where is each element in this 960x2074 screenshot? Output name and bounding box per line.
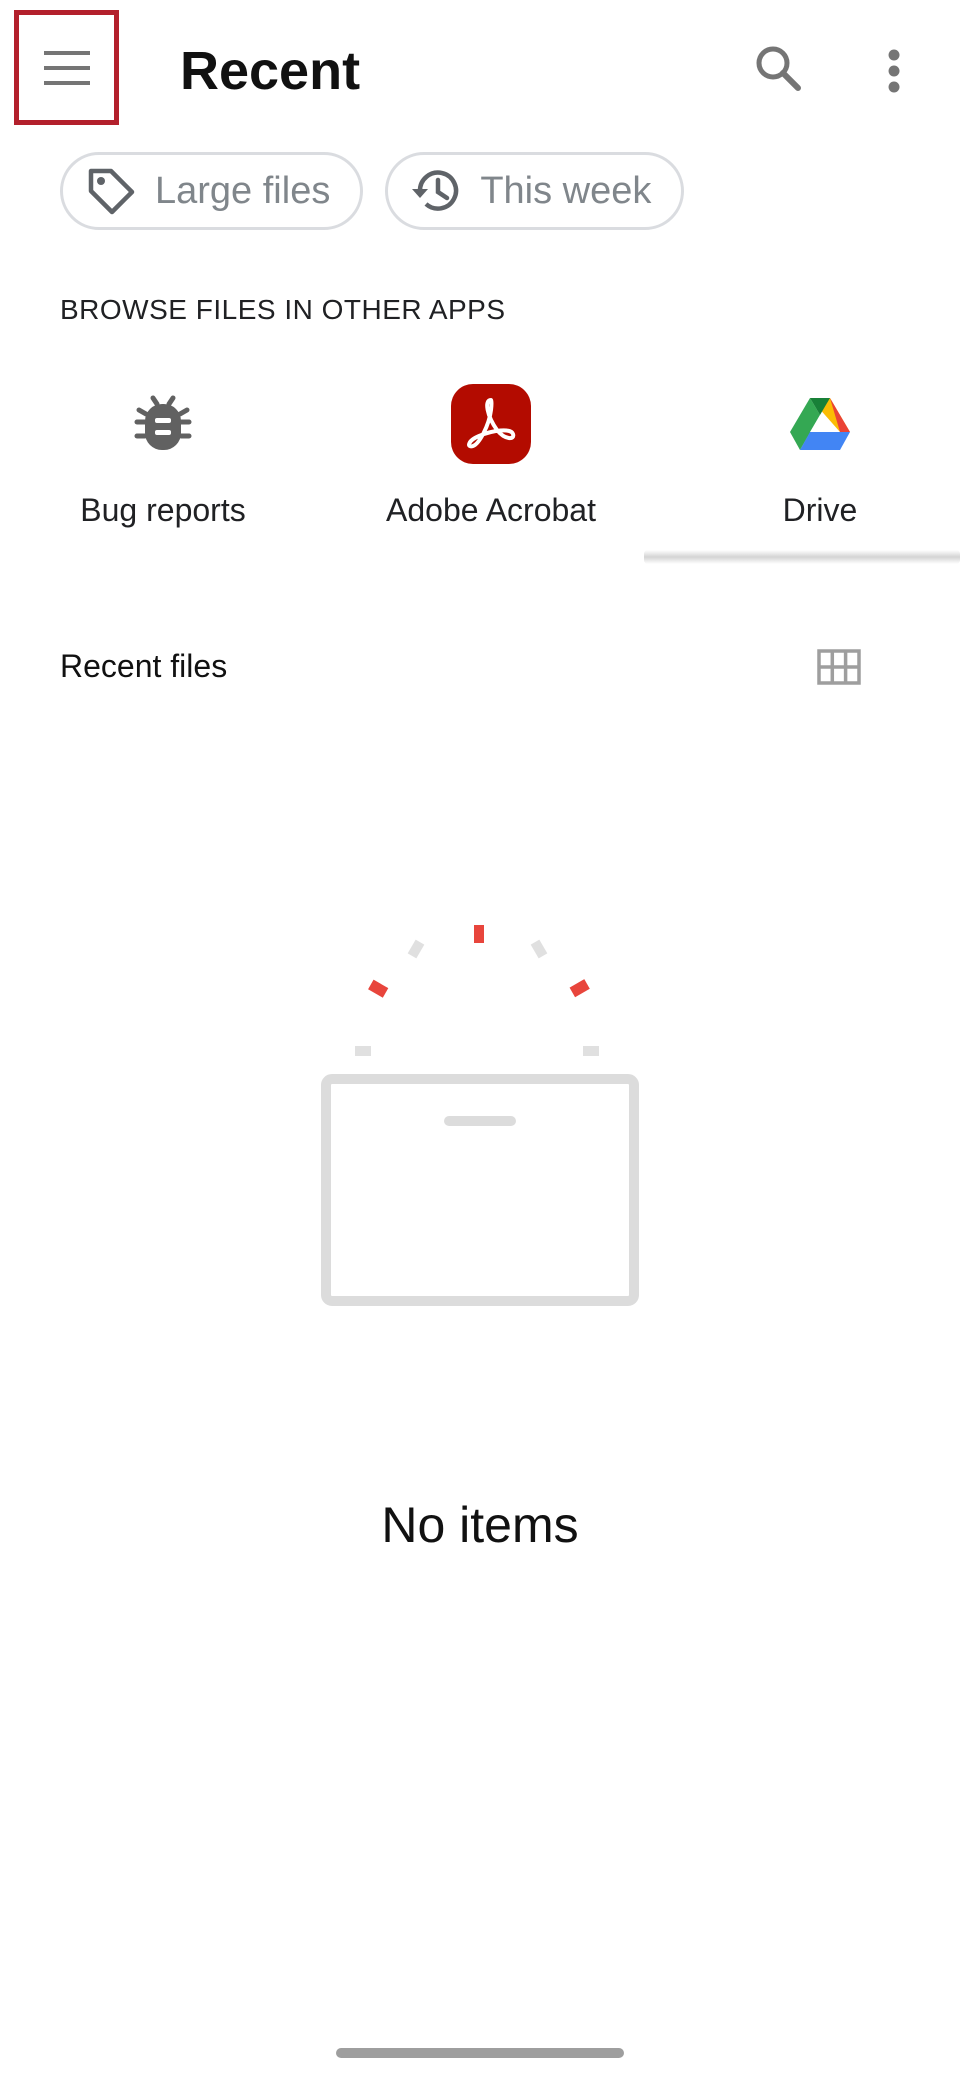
filter-chips: Large files This week [60, 152, 685, 230]
sparkle-marks [355, 925, 599, 1056]
history-icon [412, 170, 459, 211]
grid-view-icon [817, 649, 861, 685]
search-button[interactable] [748, 38, 808, 98]
empty-state-text: No items [381, 1497, 579, 1553]
app-label: Bug reports [80, 492, 246, 528]
chip-label: This week [480, 169, 652, 212]
more-vert-icon [888, 49, 900, 93]
tag-icon [88, 168, 135, 215]
app-bug-reports[interactable]: Bug reports [3, 370, 323, 550]
bug-icon [134, 395, 192, 450]
home-indicator[interactable] [336, 2048, 624, 2058]
top-app-bar: Recent [0, 0, 960, 140]
chip-large-files[interactable]: Large files [60, 152, 364, 230]
app-label: Adobe Acrobat [386, 492, 596, 528]
chip-label: Large files [155, 169, 331, 212]
empty-box-icon [321, 1074, 639, 1306]
browse-apps-row: Bug reports Adobe Acrobat Drive [0, 370, 960, 570]
adobe-acrobat-icon [451, 384, 531, 464]
page-title: Recent [180, 41, 361, 101]
recent-files-title: Recent files [60, 648, 228, 684]
grid-view-toggle[interactable] [814, 642, 864, 692]
empty-state-illustration [321, 925, 639, 1306]
app-drive[interactable]: Drive [660, 370, 960, 550]
chip-this-week[interactable]: This week [385, 152, 685, 230]
search-icon [756, 46, 801, 91]
app-adobe-acrobat[interactable]: Adobe Acrobat [331, 370, 651, 550]
hamburger-menu-icon [43, 50, 90, 85]
google-drive-icon [790, 398, 850, 450]
app-label: Drive [782, 492, 858, 528]
more-options-button[interactable] [864, 38, 924, 104]
menu-button[interactable] [14, 10, 119, 125]
browse-section-title: BROWSE FILES IN OTHER APPS [60, 294, 506, 325]
apps-scroll-indicator [644, 550, 960, 564]
